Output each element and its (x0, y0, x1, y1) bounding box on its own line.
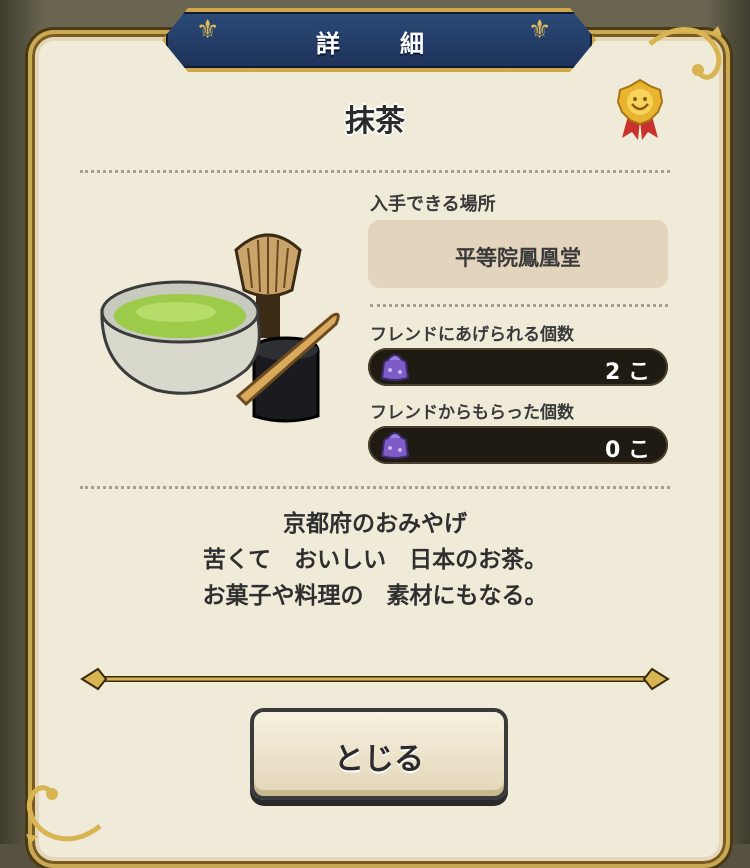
location-value: 平等院鳳凰堂 (455, 246, 581, 270)
give-count-value: 2 こ (605, 360, 650, 385)
description-line-1: 京都府のおみやげ (283, 511, 467, 537)
corner-ornament-bottom-left-icon (26, 785, 102, 844)
received-count-bar: 0 こ (368, 426, 668, 464)
received-count-label: フレンドからもらった個数 (370, 403, 574, 423)
divider (80, 170, 670, 173)
gold-medal-icon (616, 78, 664, 140)
give-count-bar: 2 こ (368, 348, 668, 386)
give-count-label: フレンドにあげられる個数 (370, 325, 574, 345)
description-line-2: 苦くて おいしい 日本のお茶。 (202, 547, 548, 573)
description-line-3: お菓子や料理の 素材にもなる。 (202, 583, 548, 609)
matcha-set-illustration (100, 233, 340, 423)
divider (370, 304, 668, 307)
fleur-de-lis-icon: ⚜ (528, 15, 552, 45)
ornamental-divider (80, 667, 670, 691)
received-count-value: 0 こ (605, 438, 650, 463)
divider (80, 486, 670, 489)
close-button-label: とじる (334, 742, 424, 777)
location-label: 入手できる場所 (370, 194, 496, 215)
fleur-de-lis-icon: ⚜ (196, 15, 220, 45)
location-box: 平等院鳳凰堂 (368, 220, 668, 288)
close-button[interactable]: とじる (250, 708, 508, 800)
gift-bag-icon (380, 432, 410, 459)
gift-bag-icon (380, 354, 410, 381)
